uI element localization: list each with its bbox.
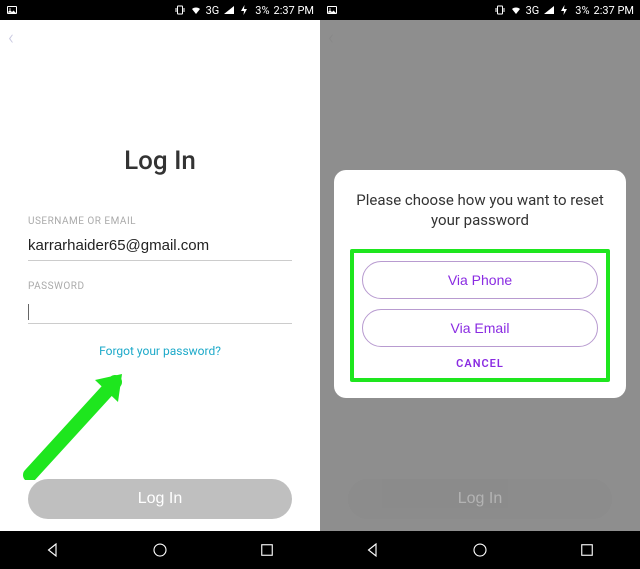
app-bar: ‹ — [0, 20, 320, 54]
login-button-disabled: Log In — [348, 479, 612, 519]
signal-icon — [543, 4, 555, 16]
login-button[interactable]: Log In — [28, 479, 292, 519]
nav-recent-icon[interactable] — [578, 541, 596, 559]
nav-home-icon[interactable] — [151, 541, 169, 559]
dialog-message: Please choose how you want to reset your… — [350, 190, 610, 231]
wifi-icon — [190, 4, 202, 16]
vibrate-icon — [494, 4, 506, 16]
nav-recent-icon[interactable] — [258, 541, 276, 559]
username-input[interactable] — [28, 231, 292, 261]
status-bar: 3G 3% 2:37 PM — [0, 0, 320, 20]
annotation-arrow — [20, 370, 140, 480]
nav-bar — [320, 531, 640, 569]
via-phone-button[interactable]: Via Phone — [362, 261, 598, 299]
signal-icon — [223, 4, 235, 16]
time-label: 2:37 PM — [594, 4, 634, 17]
charging-icon — [239, 4, 251, 16]
phone-right: 3G 3% 2:37 PM ‹ Log In Please choose how… — [320, 0, 640, 569]
battery-label: 3% — [575, 4, 589, 17]
page-title: Log In — [28, 146, 292, 176]
nav-bar — [0, 531, 320, 569]
nav-home-icon[interactable] — [471, 541, 489, 559]
battery-label: 3% — [255, 4, 269, 17]
network-label: 3G — [526, 4, 540, 17]
nav-back-icon[interactable] — [364, 541, 382, 559]
forgot-password-link[interactable]: Forgot your password? — [28, 344, 292, 358]
network-label: 3G — [206, 4, 220, 17]
wifi-icon — [510, 4, 522, 16]
vibrate-icon — [174, 4, 186, 16]
back-icon: ‹ — [328, 25, 334, 49]
reset-password-dialog: Please choose how you want to reset your… — [334, 170, 626, 398]
back-icon[interactable]: ‹ — [8, 25, 14, 49]
time-label: 2:37 PM — [274, 4, 314, 17]
username-label: USERNAME OR EMAIL — [28, 216, 292, 227]
image-icon — [326, 4, 338, 16]
cancel-button[interactable]: CANCEL — [362, 357, 598, 370]
login-form: Log In USERNAME OR EMAIL PASSWORD Forgot… — [0, 146, 320, 358]
phone-left: 3G 3% 2:37 PM ‹ Log In USERNAME OR EMAIL… — [0, 0, 320, 569]
password-label: PASSWORD — [28, 281, 292, 292]
annotation-highlight: Via Phone Via Email CANCEL — [350, 249, 610, 382]
via-email-button[interactable]: Via Email — [362, 309, 598, 347]
charging-icon — [559, 4, 571, 16]
nav-back-icon[interactable] — [44, 541, 62, 559]
password-input[interactable] — [28, 296, 292, 324]
image-icon — [6, 4, 18, 16]
status-bar: 3G 3% 2:37 PM — [320, 0, 640, 20]
